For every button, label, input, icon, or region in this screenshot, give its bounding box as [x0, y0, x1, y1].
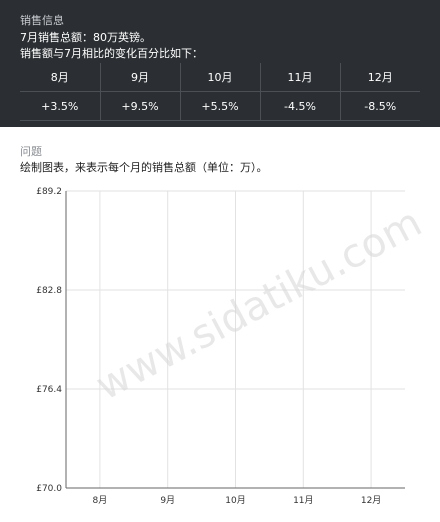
change-nov: -4.5% [259, 91, 340, 121]
month-header-aug: 8月 [20, 63, 100, 92]
x-tick-label: 10月 [225, 495, 245, 506]
change-oct: +5.5% [179, 91, 260, 121]
change-row: +3.5% +9.5% +5.5% -4.5% -8.5% [20, 91, 420, 121]
y-tick-label: £76.4 [36, 385, 62, 395]
question-text: 绘制图表，来表示每个月的销售总额（单位：万）。 [20, 161, 268, 174]
change-aug: +3.5% [20, 91, 100, 121]
month-row: 8月 9月 10月 11月 12月 [20, 63, 420, 92]
x-tick-label: 8月 [93, 495, 108, 506]
month-header-nov: 11月 [259, 63, 340, 92]
change-description: 销售额与7月相比的变化百分比如下： [20, 47, 203, 60]
watermark: www.sidatiku.com [89, 199, 430, 409]
x-tick-label: 9月 [160, 495, 175, 506]
y-tick-label: £89.2 [36, 187, 62, 197]
question-label: 问题 [20, 145, 42, 158]
x-axis-ticks: 8月 9月 10月 11月 12月 [93, 495, 382, 506]
x-tick-label: 11月 [293, 495, 313, 506]
y-tick-label: £70.0 [36, 484, 62, 494]
sales-info-title: 销售信息 [20, 14, 64, 27]
month-header-sep: 9月 [99, 63, 180, 92]
month-header-dec: 12月 [339, 63, 420, 92]
change-dec: -8.5% [339, 91, 420, 121]
month-header-oct: 10月 [179, 63, 260, 92]
x-tick-label: 12月 [361, 495, 381, 506]
sales-chart[interactable]: £89.2 £82.8 £76.4 £70.0 8月 9月 10月 11月 12月 www.s… [0, 176, 440, 522]
change-table: 8月 9月 10月 11月 12月 +3.5% +9.5% +5.5% -4.5… [20, 63, 420, 121]
change-sep: +9.5% [99, 91, 180, 121]
y-tick-label: £82.8 [36, 286, 62, 296]
july-sales-total: 7月销售总额：80万英镑。 [20, 31, 151, 44]
y-axis-ticks: £89.2 £82.8 £76.4 £70.0 [36, 187, 62, 494]
sales-info-panel: 销售信息 7月销售总额：80万英镑。 销售额与7月相比的变化百分比如下： 8月 … [0, 0, 440, 127]
